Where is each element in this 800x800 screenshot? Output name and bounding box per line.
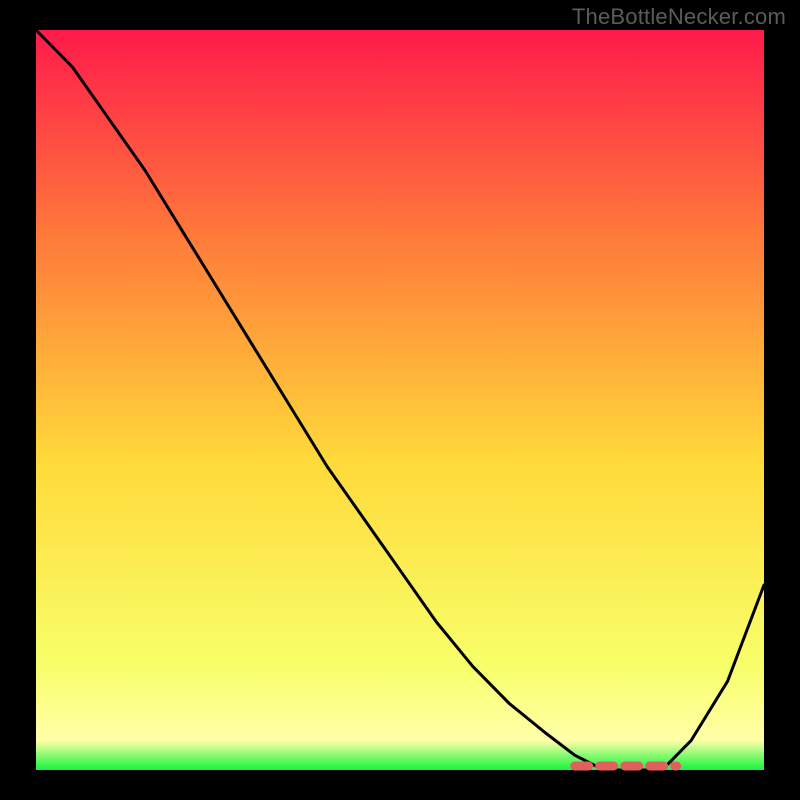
bottleneck-chart: TheBottleNecker.com (0, 0, 800, 800)
plot-background (36, 30, 764, 770)
attribution-label: TheBottleNecker.com (572, 4, 786, 30)
chart-svg (0, 0, 800, 800)
